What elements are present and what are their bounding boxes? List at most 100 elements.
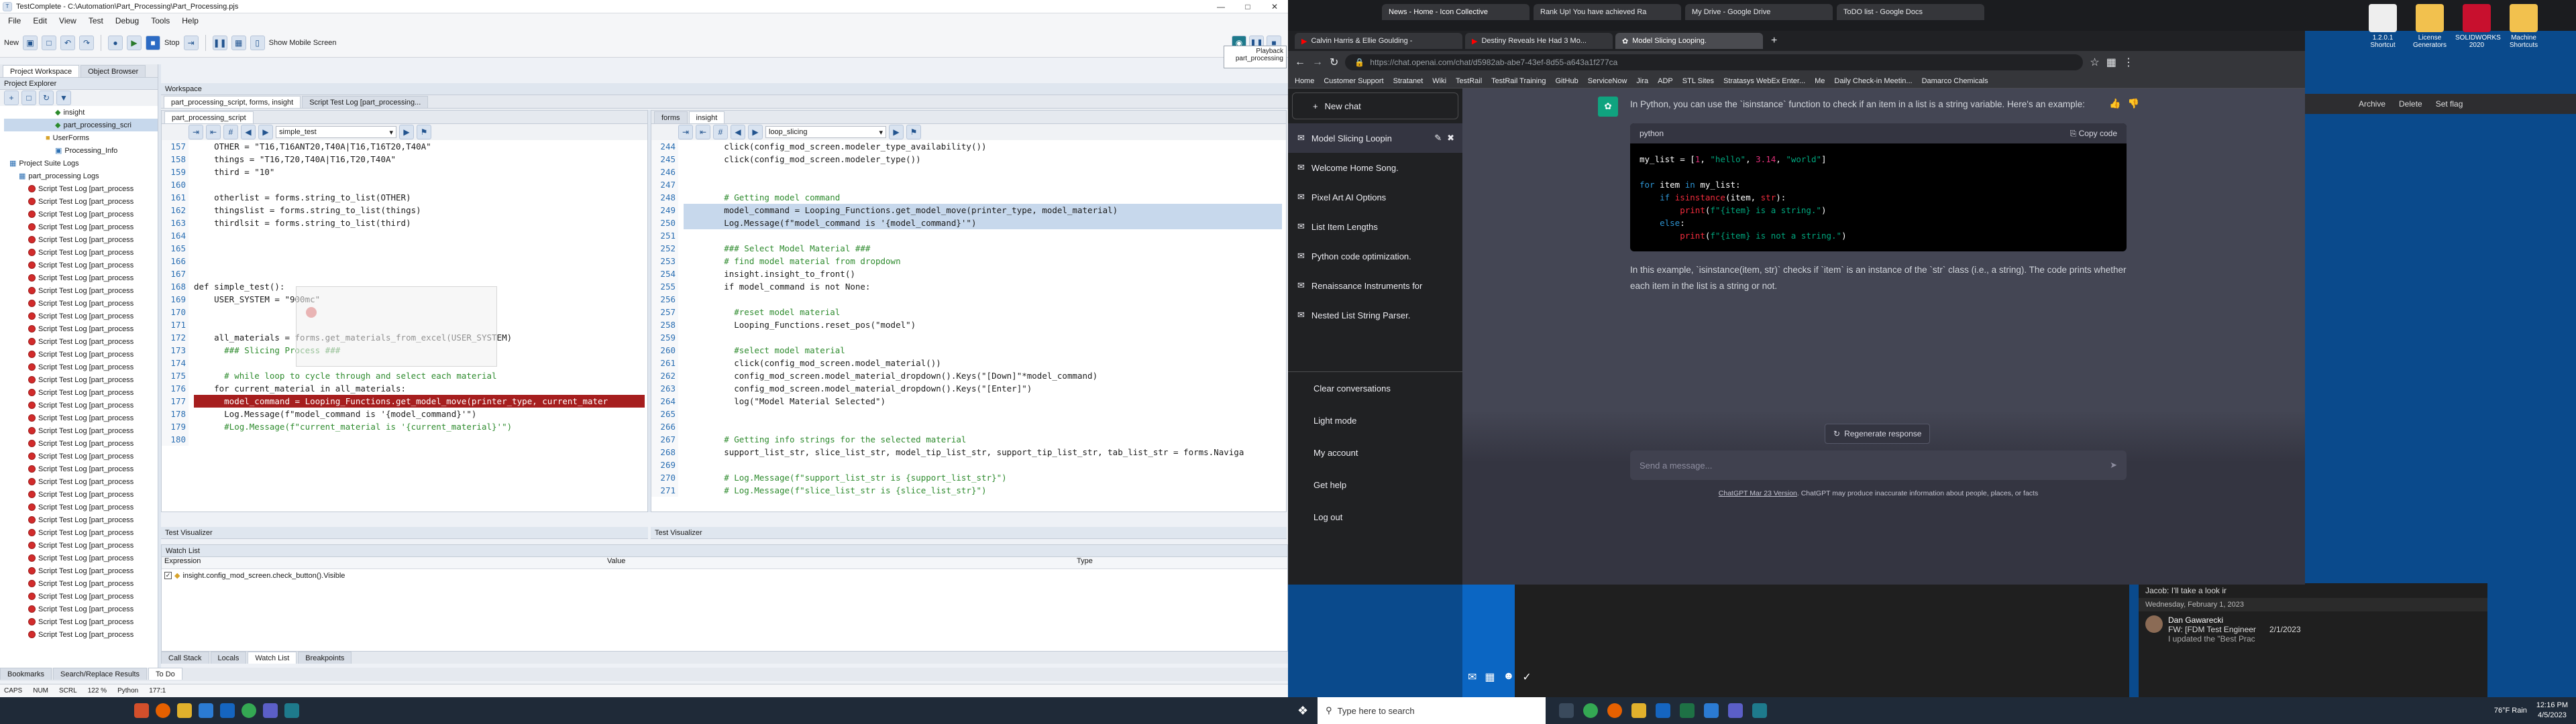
- bookmark-icon[interactable]: ⚑: [906, 125, 921, 139]
- code-line[interactable]: #reset model material: [684, 306, 1282, 318]
- conversation-item[interactable]: ✉ Welcome Home Song.: [1288, 153, 1462, 182]
- thumbs-up-icon[interactable]: 👍: [2109, 98, 2121, 109]
- tab-project-workspace[interactable]: Project Workspace: [3, 65, 80, 77]
- new-button[interactable]: New: [4, 39, 19, 47]
- code-line[interactable]: [684, 293, 1282, 306]
- code-line[interactable]: [194, 178, 645, 191]
- desktop-icon-solidworks[interactable]: SOLIDWORKS 2020: [2455, 4, 2501, 87]
- bookmark-12[interactable]: Me: [1815, 77, 1825, 85]
- bookmark-icon[interactable]: ⚑: [417, 125, 431, 139]
- app-icon[interactable]: [134, 703, 149, 718]
- maximize-icon[interactable]: □: [1234, 2, 1261, 11]
- firefox-icon[interactable]: [1607, 703, 1623, 718]
- bookmark-14[interactable]: Damarco Chemicals: [1922, 77, 1988, 85]
- conversation-item[interactable]: ✉ List Item Lengths: [1288, 212, 1462, 241]
- log-entry[interactable]: Script Test Log [part_process: [4, 399, 158, 412]
- edit-icon[interactable]: ✎: [1434, 133, 1442, 143]
- tab-part-processing-script[interactable]: part_processing_script, forms, insight: [164, 96, 301, 108]
- log-entry[interactable]: Script Test Log [part_process: [4, 488, 158, 501]
- bookmark-2[interactable]: Stratanet: [1393, 77, 1424, 85]
- code-line[interactable]: [684, 408, 1282, 420]
- code-line[interactable]: ### Select Model Material ###: [684, 242, 1282, 255]
- code-line[interactable]: # Getting model command: [684, 191, 1282, 204]
- log-entry[interactable]: Script Test Log [part_process: [4, 361, 158, 373]
- log-entry[interactable]: Script Test Log [part_process: [4, 233, 158, 246]
- bookmark-0[interactable]: Home: [1295, 77, 1314, 85]
- code-line[interactable]: insight.insight_to_front(): [684, 267, 1282, 280]
- code-line[interactable]: config_mod_screen.model_material_dropdow…: [684, 382, 1282, 395]
- tree-item-project-suite-logs[interactable]: ▦ Project Suite Logs: [4, 157, 158, 170]
- desktop-icon-shortcut[interactable]: 1.2.0.1 Shortcut: [2361, 4, 2404, 87]
- code-line[interactable]: # while loop to cycle through and select…: [194, 369, 645, 382]
- menu-tools[interactable]: Tools: [146, 15, 175, 27]
- log-entry[interactable]: Script Test Log [part_process: [4, 208, 158, 221]
- run-routine-icon[interactable]: ▶: [889, 125, 904, 139]
- my-account-button[interactable]: My account: [1288, 436, 1462, 469]
- code-line[interactable]: click(config_mod_screen.modeler_type_ava…: [684, 140, 1282, 153]
- teams-icon[interactable]: [263, 703, 278, 718]
- show-mobile-screen-button[interactable]: Show Mobile Screen: [269, 39, 337, 47]
- log-entry[interactable]: Script Test Log [part_process: [4, 310, 158, 322]
- folder-icon[interactable]: □: [21, 90, 36, 105]
- code-line[interactable]: third = "10": [194, 166, 645, 178]
- new-chat-button[interactable]: + New chat: [1292, 93, 1458, 119]
- run-routine-icon[interactable]: ▶: [399, 125, 414, 139]
- taskbar-search[interactable]: ⚲ Type here to search: [1318, 697, 1546, 724]
- forward-icon[interactable]: ▶: [748, 125, 763, 139]
- log-entry[interactable]: Script Test Log [part_process: [4, 195, 158, 208]
- code-line[interactable]: #select model material: [684, 344, 1282, 357]
- tab-call-stack[interactable]: Call Stack: [161, 652, 209, 664]
- checkbox-icon[interactable]: ✓: [164, 572, 172, 579]
- mobile-icon[interactable]: ▯: [250, 35, 265, 50]
- filter-icon[interactable]: ▼: [56, 90, 71, 105]
- code-line[interactable]: config_mod_screen.model_material_dropdow…: [684, 369, 1282, 382]
- tab-script-test-log[interactable]: Script Test Log [part_processing...: [302, 96, 429, 108]
- redo-icon[interactable]: ↷: [79, 35, 95, 50]
- log-entry[interactable]: Script Test Log [part_process: [4, 348, 158, 361]
- open-icon[interactable]: □: [42, 35, 57, 50]
- firefox-icon[interactable]: [156, 703, 170, 718]
- routine-dropdown[interactable]: simple_test ▾: [276, 126, 396, 138]
- log-entry[interactable]: Script Test Log [part_process: [4, 514, 158, 526]
- regenerate-response-button[interactable]: ↻ Regenerate response: [1825, 424, 1931, 444]
- log-entry[interactable]: Script Test Log [part_process: [4, 246, 158, 259]
- bookmark-5[interactable]: TestRail Training: [1491, 77, 1546, 85]
- outdent-icon[interactable]: ⇤: [696, 125, 710, 139]
- save-icon[interactable]: ▣: [23, 35, 38, 50]
- tab-destiny[interactable]: ▶ Destiny Reveals He Had 3 Mo...: [1465, 33, 1613, 49]
- log-entry[interactable]: Script Test Log [part_process: [4, 412, 158, 424]
- testcomplete-icon[interactable]: [1752, 703, 1768, 718]
- code-line[interactable]: for current_material in all_materials:: [194, 382, 645, 395]
- close-icon[interactable]: ✕: [1261, 2, 1288, 11]
- log-entry[interactable]: Script Test Log [part_process: [4, 437, 158, 450]
- code-line[interactable]: # Log.Message(f"slice_list_str is {slice…: [684, 484, 1282, 497]
- watch-row[interactable]: ✓ ◆ insight.config_mod_screen.check_butt…: [162, 569, 1287, 582]
- log-entry[interactable]: Script Test Log [part_process: [4, 297, 158, 310]
- light-mode-button[interactable]: Light mode: [1288, 404, 1462, 436]
- log-entry[interactable]: Script Test Log [part_process: [4, 628, 158, 641]
- top-tab-rank-up[interactable]: Rank Up! You have achieved Ra: [1534, 4, 1681, 20]
- tab-breakpoints[interactable]: Breakpoints: [298, 652, 352, 664]
- code-line[interactable]: otherlist = forms.string_to_list(OTHER): [194, 191, 645, 204]
- outlook-icon[interactable]: [220, 703, 235, 718]
- tab-calvin-harris[interactable]: ▶ Calvin Harris & Ellie Goulding -: [1295, 33, 1462, 49]
- log-entry[interactable]: Script Test Log [part_process: [4, 450, 158, 463]
- stop-icon[interactable]: ■: [146, 35, 161, 50]
- code-line[interactable]: model_command = Looping_Functions.get_mo…: [194, 395, 645, 408]
- tab-locals[interactable]: Locals: [210, 652, 247, 664]
- tab-bookmarks[interactable]: Bookmarks: [0, 668, 52, 680]
- code-line[interactable]: #Log.Message(f"current_material is '{cur…: [194, 420, 645, 433]
- tab-left-script[interactable]: part_processing_script: [164, 111, 254, 123]
- tree-item-insight[interactable]: ◆ insight: [4, 106, 158, 119]
- conversation-item[interactable]: ✉ Nested List String Parser.: [1288, 300, 1462, 330]
- pause-icon[interactable]: ❚❚: [212, 35, 227, 50]
- log-entry[interactable]: Script Test Log [part_process: [4, 590, 158, 603]
- right-code-area[interactable]: 244 245 246 247 248 249 250 251 252 253 254 255 256 2…: [651, 140, 1286, 497]
- comment-icon[interactable]: #: [713, 125, 728, 139]
- conversation-item[interactable]: ✉ Python code optimization.: [1288, 241, 1462, 271]
- vscode-icon[interactable]: [199, 703, 213, 718]
- routine-dropdown[interactable]: loop_slicing ▾: [765, 126, 886, 138]
- code-line[interactable]: # find model material from dropdown: [684, 255, 1282, 267]
- code-line[interactable]: thingslist = forms.string_to_list(things…: [194, 204, 645, 217]
- top-tab-icon-collective[interactable]: News - Home - Icon Collective: [1382, 4, 1529, 20]
